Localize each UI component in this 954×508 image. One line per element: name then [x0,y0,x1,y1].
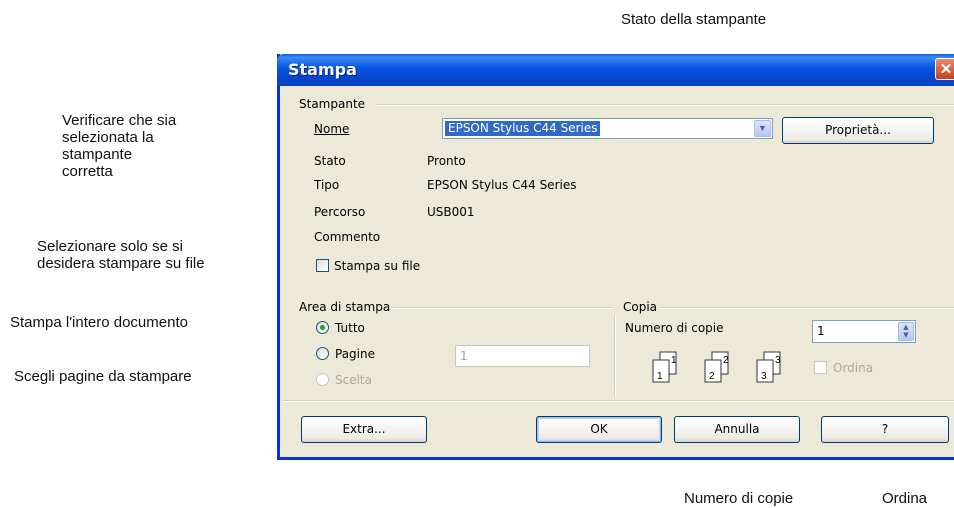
annotation-choose-pages: Scegli pagine da stampare [14,368,192,385]
pages-label[interactable]: Pagine [335,347,375,361]
printer-name-select[interactable]: EPSON Stylus C44 Series ▼ [442,118,773,139]
svg-text:1: 1 [657,371,663,382]
help-button[interactable]: ? [821,416,949,443]
collate-pages-icon: 1 1 2 2 3 3 [652,350,792,397]
cancel-button[interactable]: Annulla [674,416,800,443]
selection-radio[interactable] [316,373,329,386]
annotation-print-to-file: Selezionare solo se si desidera stampare… [37,238,205,272]
type-label: Tipo [314,178,340,192]
close-icon: ✕ [939,61,953,78]
selection-label[interactable]: Scelta [335,373,372,387]
annotation-print-all: Stampa l'intero documento [10,314,188,331]
annotation-verify-printer: Verificare che sia selezionata la stampa… [62,112,177,180]
collate-label[interactable]: Ordina [833,361,873,375]
copies-group-title: Copia [620,300,661,314]
print-range-group-title: Area di stampa [296,300,394,314]
properties-button[interactable]: Proprietà... [782,117,934,144]
copies-count-stepper[interactable]: 1 ▲ ▼ [812,320,916,343]
annotation-printer-status: Stato della stampante [621,11,767,28]
collate-checkbox[interactable] [814,361,827,374]
print-dialog: Stampa ✕ Stampante Nome EPSON Stylus C44… [277,54,954,460]
all-pages-label[interactable]: Tutto [335,321,365,335]
ok-button[interactable]: OK [536,416,662,443]
comment-label: Commento [314,230,381,244]
svg-text:1: 1 [671,355,677,366]
copies-group-divider [614,316,616,396]
path-value: USB001 [427,205,475,219]
collate-icon-graphic: 1 1 2 2 3 3 [652,351,781,383]
name-label: Nome [314,122,350,136]
title-bar[interactable]: Stampa ✕ [277,54,954,86]
pages-input[interactable]: 1 [455,345,590,367]
svg-text:3: 3 [775,355,781,366]
svg-text:2: 2 [709,371,715,382]
spin-updown-icon[interactable]: ▲ ▼ [898,322,914,341]
printer-name-value: EPSON Stylus C44 Series [445,121,601,136]
extra-button[interactable]: Extra... [301,416,427,443]
status-label: Stato [314,154,346,168]
copies-count-label: Numero di copie [625,321,724,335]
all-pages-radio[interactable] [316,321,329,334]
dialog-title: Stampa [288,60,357,79]
annotation-copies: Numero di copie [684,490,794,507]
svg-text:3: 3 [761,371,767,382]
printer-group-title: Stampante [296,97,369,111]
annotation-collate: Ordina [882,490,928,507]
radio-selected-dot [320,325,325,330]
pages-radio[interactable] [316,347,329,360]
print-to-file-checkbox[interactable] [316,259,329,272]
svg-text:2: 2 [723,355,729,366]
close-button[interactable]: ✕ [935,58,954,80]
type-value: EPSON Stylus C44 Series [427,178,577,192]
copies-group-line [620,307,954,309]
status-value: Pronto [427,154,466,168]
path-label: Percorso [314,205,366,219]
copies-count-value: 1 [817,324,825,338]
buttons-separator [283,400,954,402]
chevron-down-icon[interactable]: ▼ [754,120,771,137]
printer-group-line [376,104,954,106]
print-to-file-label[interactable]: Stampa su file [334,259,420,273]
